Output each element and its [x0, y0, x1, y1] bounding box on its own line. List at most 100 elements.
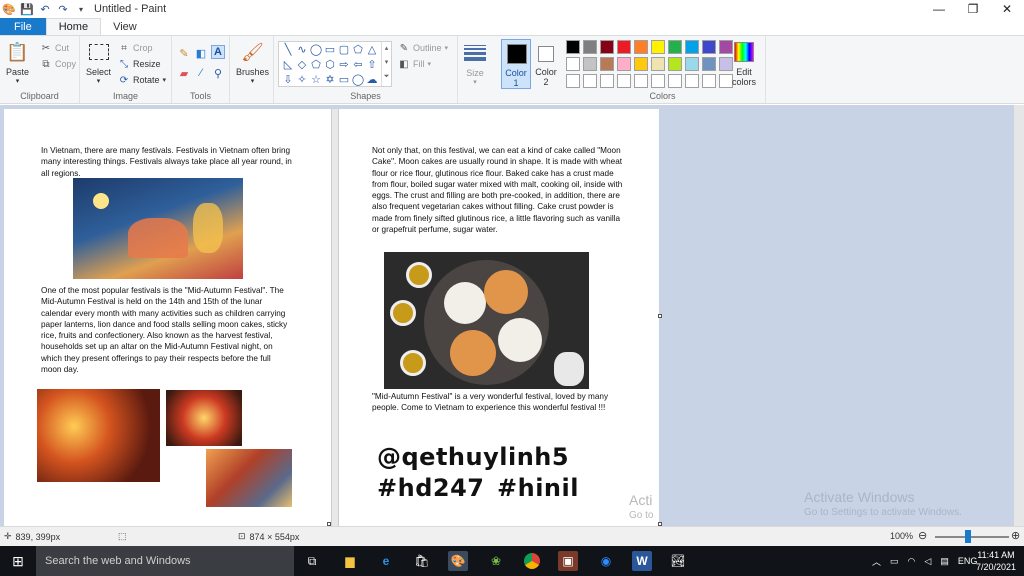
- customize-arrow-icon[interactable]: ▾: [74, 2, 88, 16]
- undo-icon[interactable]: ↶: [38, 2, 52, 16]
- oval-shape-icon[interactable]: ◯: [309, 43, 323, 56]
- five-point-star-shape-icon[interactable]: ☆: [309, 73, 323, 86]
- text-tool-icon[interactable]: A: [211, 45, 225, 59]
- resize-button[interactable]: ⤡ Resize: [118, 58, 161, 70]
- color-swatch[interactable]: [566, 40, 580, 54]
- windows-start-icon[interactable]: ⊞: [0, 546, 36, 576]
- photos-icon[interactable]: 🏞: [668, 551, 688, 571]
- rotate-button[interactable]: ⟳ Rotate ▾: [118, 74, 166, 86]
- redo-icon[interactable]: ↷: [56, 2, 70, 16]
- app-icon-1[interactable]: ❀: [486, 551, 506, 571]
- save-icon[interactable]: 💾: [20, 2, 34, 16]
- file-explorer-icon[interactable]: ▆: [340, 551, 360, 571]
- color-swatch[interactable]: [634, 57, 648, 71]
- color-swatch[interactable]: [719, 74, 733, 88]
- zoom-in-icon[interactable]: ⊕: [1011, 529, 1020, 542]
- zoom-slider[interactable]: [935, 536, 1009, 538]
- color-swatch[interactable]: [583, 40, 597, 54]
- six-point-star-shape-icon[interactable]: ✡: [323, 73, 337, 86]
- rounded-rectangle-shape-icon[interactable]: ▢: [337, 43, 351, 56]
- vertical-scrollbar[interactable]: [1014, 105, 1024, 526]
- language-indicator[interactable]: ENG: [958, 556, 978, 566]
- eraser-icon[interactable]: ▰: [177, 66, 191, 80]
- edge-icon[interactable]: e: [376, 551, 396, 571]
- task-view-icon[interactable]: ⧉: [302, 551, 322, 571]
- color-swatch[interactable]: [566, 57, 580, 71]
- up-arrow-shape-icon[interactable]: ⇧: [365, 58, 379, 71]
- cut-button[interactable]: ✂ Cut: [40, 42, 69, 54]
- color2-button[interactable]: Color 2: [534, 39, 558, 89]
- color-swatch[interactable]: [600, 40, 614, 54]
- color-swatch[interactable]: [566, 74, 580, 88]
- select-button[interactable]: Select ▾: [86, 41, 111, 85]
- pentagon-shape-icon[interactable]: ⬠: [309, 58, 323, 71]
- size-button[interactable]: Size ▾: [464, 42, 486, 86]
- color-picker-icon[interactable]: ⁄: [194, 66, 208, 80]
- zoom-app-icon[interactable]: ◉: [596, 551, 616, 571]
- tab-file[interactable]: File: [0, 18, 46, 35]
- zoom-slider-knob[interactable]: [964, 530, 971, 543]
- network-icon[interactable]: ◠: [908, 556, 916, 567]
- chrome-icon[interactable]: [522, 551, 542, 571]
- word-icon[interactable]: W: [632, 551, 652, 571]
- outline-button[interactable]: ✎ Outline ▾: [398, 42, 448, 54]
- callout-shape-icon[interactable]: ▭: [337, 73, 351, 86]
- drawing-canvas[interactable]: In Vietnam, there are many festivals. Fe…: [4, 109, 659, 527]
- color-swatch[interactable]: [600, 57, 614, 71]
- tray-overflow-icon[interactable]: ︿: [872, 555, 881, 568]
- color-swatch[interactable]: [719, 40, 733, 54]
- triangle-shape-icon[interactable]: △: [365, 43, 379, 56]
- brushes-button[interactable]: 🖌 Brushes ▾: [236, 41, 269, 86]
- hexagon-shape-icon[interactable]: ⬡: [323, 58, 337, 71]
- edit-colors-button[interactable]: Edit colors: [732, 41, 756, 87]
- curve-shape-icon[interactable]: ∿: [295, 43, 309, 56]
- right-triangle-shape-icon[interactable]: ◺: [281, 58, 295, 71]
- color-swatch[interactable]: [702, 40, 716, 54]
- store-icon[interactable]: 🛍: [412, 551, 432, 571]
- color-swatch[interactable]: [651, 74, 665, 88]
- maximize-button[interactable]: ❐: [956, 0, 990, 18]
- line-shape-icon[interactable]: ╲: [281, 43, 295, 56]
- canvas-area[interactable]: In Vietnam, there are many festivals. Fe…: [0, 105, 1024, 527]
- zoom-out-icon[interactable]: ⊖: [918, 529, 927, 542]
- action-center-icon[interactable]: ▤: [940, 556, 949, 567]
- paint-taskbar-icon[interactable]: 🎨: [448, 551, 468, 571]
- color-swatch[interactable]: [668, 40, 682, 54]
- color-swatch[interactable]: [634, 40, 648, 54]
- four-point-star-shape-icon[interactable]: ✧: [295, 73, 309, 86]
- volume-icon[interactable]: ◁: [924, 556, 931, 567]
- color-swatch[interactable]: [651, 57, 665, 71]
- left-arrow-shape-icon[interactable]: ⇦: [351, 58, 365, 71]
- pencil-icon[interactable]: ✎: [177, 46, 191, 60]
- color-swatch[interactable]: [617, 57, 631, 71]
- color-swatch[interactable]: [719, 57, 733, 71]
- polygon-shape-icon[interactable]: ⬠: [351, 43, 365, 56]
- minimize-button[interactable]: —: [922, 0, 956, 18]
- color-swatch[interactable]: [685, 74, 699, 88]
- app-icon-2[interactable]: ▣: [558, 551, 578, 571]
- color-swatch[interactable]: [668, 57, 682, 71]
- rectangle-shape-icon[interactable]: ▭: [323, 43, 337, 56]
- color-swatch[interactable]: [617, 40, 631, 54]
- cloud-callout-shape-icon[interactable]: ☁: [365, 73, 379, 86]
- oval-callout-shape-icon[interactable]: ◯: [351, 73, 365, 86]
- canvas-resize-handle-right[interactable]: [658, 314, 662, 318]
- color-swatch[interactable]: [583, 57, 597, 71]
- color-swatch[interactable]: [702, 57, 716, 71]
- diamond-shape-icon[interactable]: ◇: [295, 58, 309, 71]
- copy-button[interactable]: ⧉ Copy: [40, 58, 76, 70]
- color-swatch[interactable]: [617, 74, 631, 88]
- color-swatch[interactable]: [600, 74, 614, 88]
- shapes-scroll[interactable]: ▴ ▾ ⏷: [381, 42, 391, 86]
- paste-button[interactable]: 📋 Paste ▾: [6, 41, 29, 86]
- right-arrow-shape-icon[interactable]: ⇨: [337, 58, 351, 71]
- taskbar-search[interactable]: Search the web and Windows: [36, 546, 294, 576]
- color-swatch[interactable]: [668, 74, 682, 88]
- color-swatch[interactable]: [685, 40, 699, 54]
- fill-bucket-icon[interactable]: ◧: [194, 46, 208, 60]
- color-swatch[interactable]: [583, 74, 597, 88]
- down-arrow-shape-icon[interactable]: ⇩: [281, 73, 295, 86]
- fill-button[interactable]: ◧ Fill ▾: [398, 58, 431, 70]
- color-swatch[interactable]: [702, 74, 716, 88]
- battery-icon[interactable]: ▭: [890, 556, 899, 567]
